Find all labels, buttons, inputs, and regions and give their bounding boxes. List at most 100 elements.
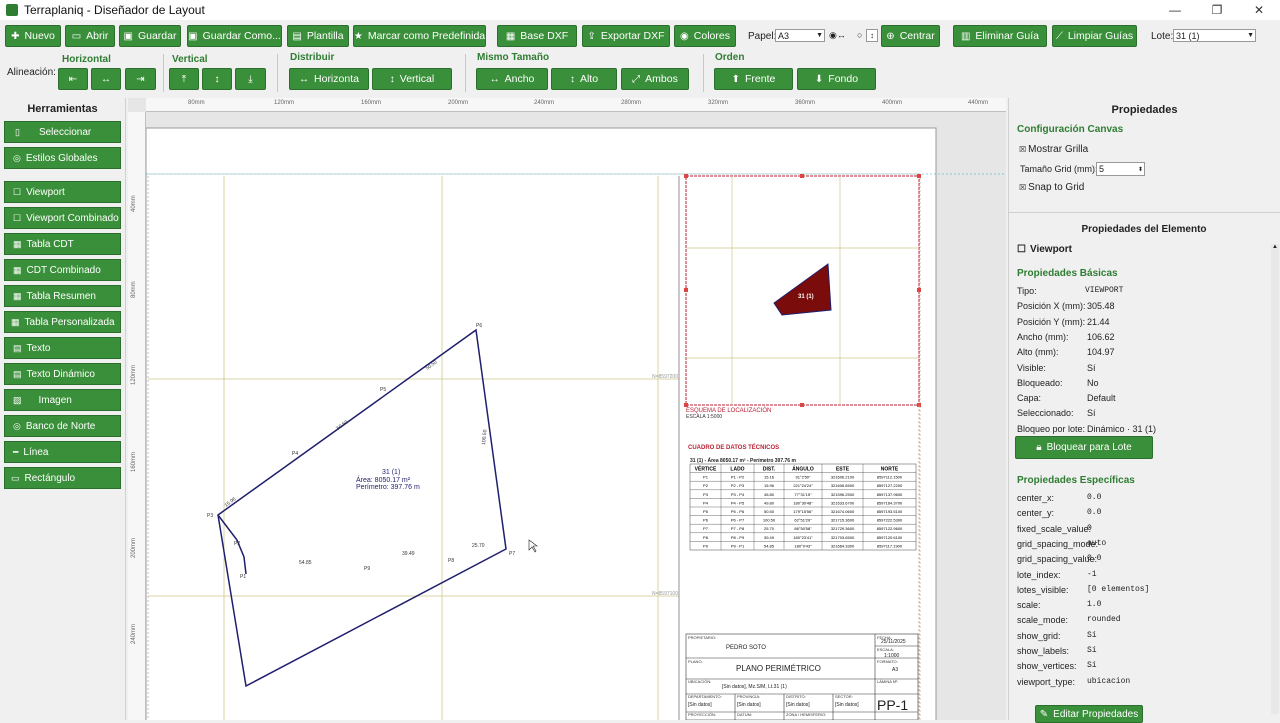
tb-key: PLANO: [688, 659, 703, 664]
text-icon: ▤ [13, 368, 22, 379]
ruler-tick: 120mm [131, 364, 137, 385]
distribute-horizontal-button[interactable]: ↔ Horizonta [289, 68, 369, 90]
same-size-group-title: Mismo Tamaño [477, 52, 550, 63]
tool-custom-table[interactable]: ▦ Tabla Personalizada [4, 311, 121, 333]
cdt-cell: 8597127.2200 [877, 483, 903, 488]
mark-default-button[interactable]: ★ Marcar como Predefinida [353, 25, 486, 47]
property-value: 0.0 [1087, 508, 1102, 518]
ruler-tick: 80mm [188, 100, 205, 106]
property-row: grid_spacing_mode: auto [1017, 539, 1267, 549]
export-dxf-button[interactable]: ⇪ Exportar DXF [582, 25, 670, 47]
align-bottom-icon: ⤓ [248, 73, 253, 85]
center-button[interactable]: ⊕ Centrar [881, 25, 940, 47]
scrollbar[interactable]: ▲ [1271, 244, 1279, 714]
lot-select[interactable]: 31 (1) ▼ [1173, 29, 1256, 42]
distribute-vertical-button[interactable]: ↕ Vertical [372, 68, 452, 90]
sheet-drawing[interactable]: N=8597200 N=8597100 P1 P2 P3 P4 P5 P6 P7… [146, 112, 1006, 720]
save-button[interactable]: ▣ Guardar [119, 25, 181, 47]
bring-front-label: Frente [745, 73, 776, 85]
show-grid-checkbox[interactable]: ☒ Mostrar Grilla [1019, 144, 1088, 155]
snap-grid-checkbox[interactable]: ☒ Snap to Grid [1019, 182, 1084, 193]
same-both-button[interactable]: ⤢ Ambos [621, 68, 689, 90]
open-button[interactable]: ▭ Abrir [65, 25, 115, 47]
property-value: 0 [1087, 523, 1092, 533]
same-width-button[interactable]: ↔ Ancho [476, 68, 548, 90]
tb-location: [Sin datos], Mz.S/M, Lt.31 (1) [722, 684, 787, 690]
base-dxf-button[interactable]: ▦ Base DXF [497, 25, 577, 47]
tool-label: Rectángulo [24, 472, 76, 484]
cdt-cell: 8597112.1500 [877, 475, 903, 480]
bring-front-icon: ⬆ [731, 73, 741, 85]
close-button[interactable]: ✕ [1238, 0, 1280, 20]
send-back-icon: ⬇ [814, 73, 824, 85]
cdt-cell: P6 [703, 518, 709, 523]
tool-text[interactable]: ▤ Texto [4, 337, 121, 359]
align-center-h-button[interactable]: ↔ [91, 68, 121, 90]
element-type: ☐ Viewport [1017, 244, 1072, 255]
clear-guides-button[interactable]: ⟋ Limpiar Guías [1052, 25, 1137, 47]
maximize-button[interactable]: ❐ [1196, 0, 1238, 20]
tool-north-bank[interactable]: ◎ Banco de Norte [4, 415, 121, 437]
tool-label: Viewport Combinado [26, 212, 119, 224]
paper-select[interactable]: A3 ▼ [775, 29, 825, 42]
save-as-button[interactable]: ▣ Guardar Como... [187, 25, 282, 47]
table-icon: ▦ [13, 264, 22, 275]
property-value: 1.0 [1087, 600, 1102, 610]
align-right-button[interactable]: ⇥ [125, 68, 156, 90]
trash-icon: ▥ [960, 30, 971, 42]
chevron-down-icon: ▼ [816, 32, 823, 39]
distribute-v-label: Vertical [399, 73, 435, 85]
palette-icon: ◉ [680, 30, 689, 42]
tb-date: 25/11/2025 [881, 639, 906, 645]
tool-viewport-combined[interactable]: ☐ Viewport Combinado [4, 207, 121, 229]
lock-for-lot-button[interactable]: 🔒︎ Bloquear para Lote [1015, 436, 1153, 459]
canvas-area[interactable]: 80mm 120mm 160mm 200mm 240mm 280mm 320mm… [128, 98, 1006, 720]
align-bottom-button[interactable]: ⤓ [235, 68, 266, 90]
cdt-cell: P7 [703, 526, 709, 531]
bring-front-button[interactable]: ⬆ Frente [714, 68, 793, 90]
tool-viewport[interactable]: ☐ Viewport [4, 181, 121, 203]
tool-dynamic-text[interactable]: ▤ Texto Dinámico [4, 363, 121, 385]
separator [465, 54, 466, 92]
location-scale: ESCALA 1:5000 [686, 414, 722, 420]
cdt-cell: 321606.6500 [831, 483, 855, 488]
ruler-tick: 160mm [131, 451, 137, 472]
tool-line[interactable]: ━ Línea [4, 441, 121, 463]
property-row: Posición Y (mm): 21.44 [1017, 317, 1267, 327]
send-back-button[interactable]: ⬇ Fondo [797, 68, 876, 90]
tool-cdt-table[interactable]: ▦ Tabla CDT [4, 233, 121, 255]
alignment-label: Alineación: [7, 67, 56, 78]
same-height-button[interactable]: ↕ Alto [551, 68, 617, 90]
grid-size-input[interactable]: 5 ⬍ [1096, 162, 1145, 176]
property-row: Ancho (mm): 106.62 [1017, 332, 1267, 342]
property-value: 106.62 [1087, 331, 1115, 342]
cdt-cell: 100.50 [763, 518, 776, 523]
tool-select[interactable]: ▯ Seleccionar [4, 121, 121, 143]
tool-cdt-combined[interactable]: ▦ CDT Combinado [4, 259, 121, 281]
cdt-cell: P8 [703, 535, 709, 540]
align-center-icon: ↔ [101, 73, 111, 85]
ruler-tick: 200mm [131, 537, 137, 558]
align-top-button[interactable]: ⤒ [169, 68, 199, 90]
property-value: No [1087, 377, 1099, 388]
property-row: center_y: 0.0 [1017, 508, 1267, 518]
align-middle-v-button[interactable]: ↕ [202, 68, 232, 90]
tool-rectangle[interactable]: ▭ Rectángulo [4, 467, 121, 489]
delete-guide-button[interactable]: ▥ Eliminar Guía [953, 25, 1047, 47]
tool-global-styles[interactable]: ◎ Estilos Globales [4, 147, 121, 169]
orientation-portrait-icon[interactable]: ↕ [866, 29, 878, 42]
property-row: Visible: Sí [1017, 363, 1267, 373]
colors-button[interactable]: ◉ Colores [674, 25, 736, 47]
orientation-portrait-radio[interactable]: ○ [857, 30, 862, 40]
template-button[interactable]: ▤ Plantilla [287, 25, 349, 47]
save-label: Guardar [137, 30, 177, 42]
minimize-button[interactable]: — [1154, 0, 1196, 20]
align-left-button[interactable]: ⇤ [58, 68, 88, 90]
tool-image[interactable]: ▨ Imagen [4, 389, 121, 411]
edit-properties-button[interactable]: ✎ Editar Propiedades [1035, 705, 1143, 723]
new-button[interactable]: ✚ Nuevo [5, 25, 61, 47]
tool-summary-table[interactable]: ▦ Tabla Resumen [4, 285, 121, 307]
orientation-landscape-radio[interactable]: ◉↔ [829, 30, 846, 41]
cdt-cell: P3 [703, 492, 709, 497]
property-row: grid_spacing_value: 0.0 [1017, 554, 1267, 564]
